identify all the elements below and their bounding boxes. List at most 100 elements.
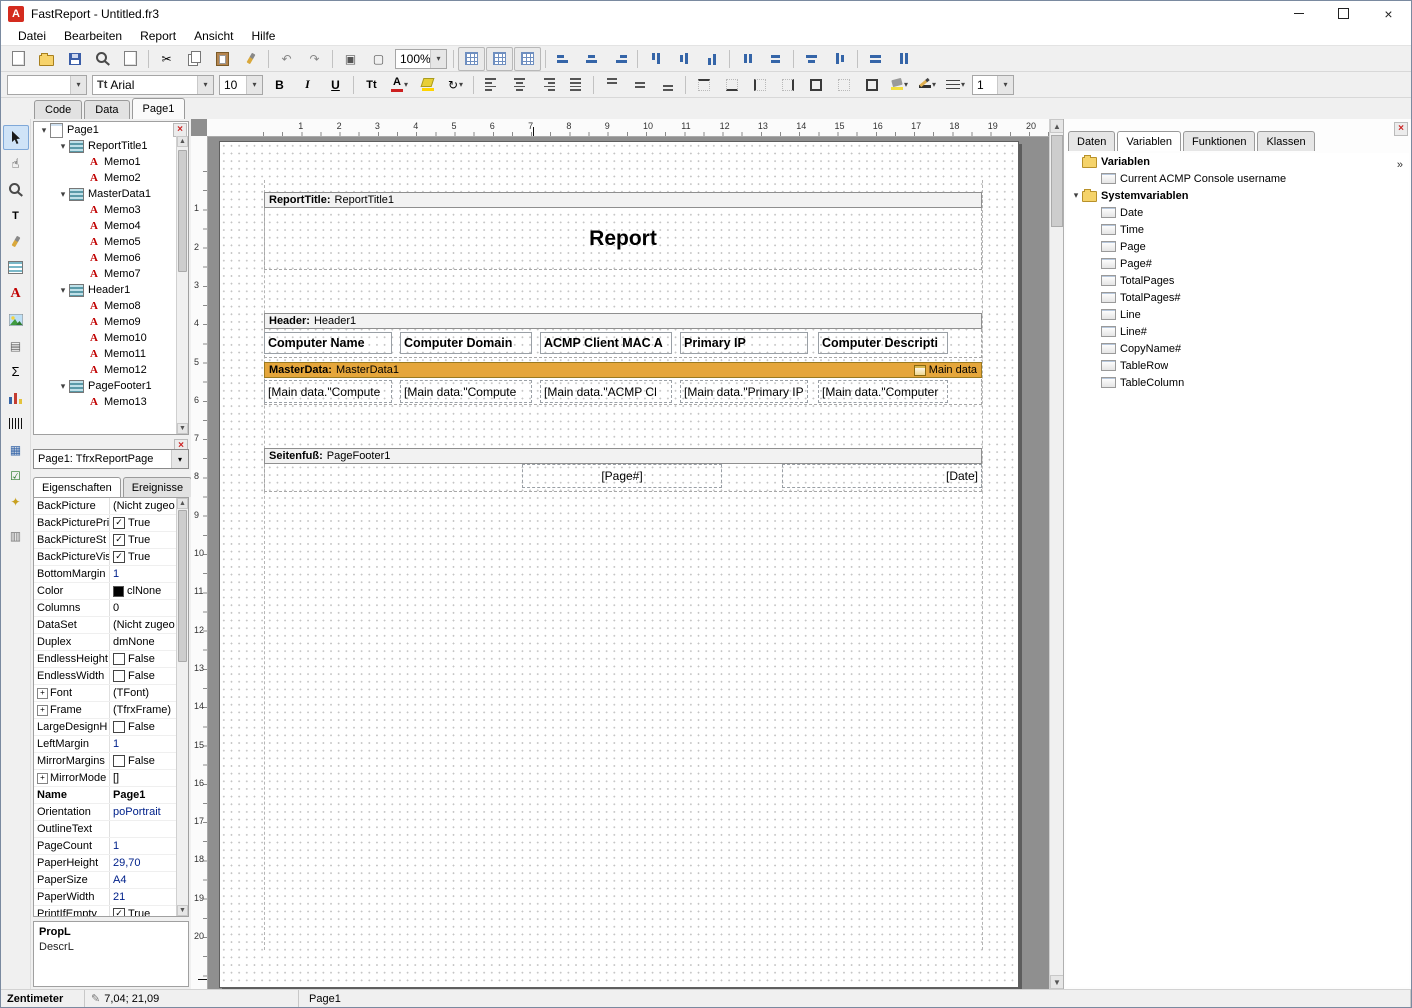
chevron-down-icon[interactable]: ▾	[430, 50, 446, 68]
align-center-button[interactable]	[506, 73, 533, 97]
header-cell[interactable]: ACMP Client MAC A	[540, 332, 672, 354]
tree-expand-icon[interactable]: ▾	[57, 285, 69, 296]
tree-item-tablerow[interactable]: TableRow	[1066, 357, 1409, 374]
tab-code[interactable]: Code	[34, 100, 82, 119]
property-value[interactable]: poPortrait	[110, 804, 178, 820]
tree-item-date[interactable]: Date	[1066, 204, 1409, 221]
property-row-orientation[interactable]: OrientationpoPortrait	[34, 804, 178, 821]
pagefooter-band-header[interactable]: Seitenfuß: PageFooter1	[264, 448, 982, 464]
property-row-paperwidth[interactable]: PaperWidth21	[34, 889, 178, 906]
checkbox-checked-icon[interactable]: ✓	[113, 534, 125, 546]
tree-item-memo11[interactable]: AMemo11	[34, 346, 188, 362]
header-cell[interactable]: Computer Name	[264, 332, 392, 354]
font-color-button[interactable]: A▾	[386, 73, 413, 97]
underline-button[interactable]: U	[322, 73, 349, 97]
align-left-button[interactable]	[478, 73, 505, 97]
property-value[interactable]: A4	[110, 872, 178, 888]
align-horizontal-centers-button[interactable]	[578, 47, 605, 71]
data-tab-funktionen[interactable]: Funktionen	[1183, 131, 1255, 151]
reporttitle-band-header[interactable]: ReportTitle: ReportTitle1	[264, 192, 982, 208]
save-report-button[interactable]	[61, 47, 88, 71]
space-vertically-button[interactable]	[762, 47, 789, 71]
tree-scrollbar[interactable]: ▲ ▼	[176, 136, 188, 434]
undo-button[interactable]: ↶	[273, 47, 300, 71]
scroll-thumb[interactable]	[1051, 135, 1063, 227]
property-value[interactable]: 21	[110, 889, 178, 905]
data-tab-daten[interactable]: Daten	[1068, 131, 1115, 151]
data-tab-klassen[interactable]: Klassen	[1257, 131, 1314, 151]
header-cell[interactable]: Computer Domain	[400, 332, 532, 354]
tree-item-line[interactable]: Line	[1066, 306, 1409, 323]
format-painter-tool-button[interactable]	[3, 229, 29, 254]
tree-item-copyname#[interactable]: CopyName#	[1066, 340, 1409, 357]
property-row-backpicturepri[interactable]: BackPicturePri✓True	[34, 515, 178, 532]
copy-button[interactable]	[181, 47, 208, 71]
frame-none-button[interactable]	[830, 73, 857, 97]
property-row-bottommargin[interactable]: BottomMargin1	[34, 566, 178, 583]
menu-bearbeiten[interactable]: Bearbeiten	[55, 27, 131, 45]
justify-button[interactable]	[562, 73, 589, 97]
chevron-down-icon[interactable]: ▾	[904, 80, 908, 89]
property-value[interactable]: False	[110, 668, 178, 684]
chevron-more-icon[interactable]: »	[1397, 159, 1403, 171]
header-cell[interactable]: Computer Descripti	[818, 332, 948, 354]
chart-object-button[interactable]	[3, 385, 29, 410]
frame-top-button[interactable]	[690, 73, 717, 97]
chevron-down-icon[interactable]: ▾	[171, 450, 188, 468]
chevron-down-icon[interactable]: ▾	[997, 76, 1013, 94]
text-object-button[interactable]: A	[3, 281, 29, 306]
font-settings-button[interactable]: Tt	[358, 73, 385, 97]
tree-item-memo8[interactable]: AMemo8	[34, 298, 188, 314]
preview-button[interactable]	[89, 47, 116, 71]
property-value[interactable]: []	[110, 770, 178, 786]
group-button[interactable]: ▣	[337, 47, 364, 71]
align-to-grid-button[interactable]	[486, 47, 513, 71]
report-title-memo[interactable]: Report	[265, 208, 981, 269]
property-value[interactable]: Page1	[110, 787, 178, 803]
space-horizontally-button[interactable]	[734, 47, 761, 71]
tree-item-pagefooter1[interactable]: ▾PageFooter1	[34, 378, 188, 394]
property-value[interactable]: 0	[110, 600, 178, 616]
object-selector[interactable]: Page1: TfrxReportPage ▾	[33, 449, 189, 469]
property-row-paperheight[interactable]: PaperHeight29,70	[34, 855, 178, 872]
scroll-down-icon[interactable]: ▼	[1050, 975, 1064, 989]
style-select[interactable]: ▾	[7, 75, 87, 95]
tree-expand-icon[interactable]: ▾	[57, 189, 69, 200]
property-row-font[interactable]: +Font(TFont)	[34, 685, 178, 702]
property-row-backpicturevis[interactable]: BackPictureVis✓True	[34, 549, 178, 566]
masterdata-band-header[interactable]: MasterData: MasterData1 Main data	[264, 362, 982, 378]
bold-button[interactable]: B	[266, 73, 293, 97]
hand-tool-button[interactable]: ☝	[3, 151, 29, 176]
canvas-scrollbar[interactable]: ▲ ▼	[1049, 119, 1064, 989]
data-field-cell[interactable]: [Main data."ACMP Cl	[540, 380, 672, 403]
chevron-down-icon[interactable]: ▾	[459, 80, 463, 89]
align-right-button[interactable]	[534, 73, 561, 97]
chevron-down-icon[interactable]: ▾	[932, 80, 936, 89]
fit-to-grid-button[interactable]	[514, 47, 541, 71]
tree-item-line#[interactable]: Line#	[1066, 323, 1409, 340]
property-value[interactable]: 29,70	[110, 855, 178, 871]
frame-edit-button[interactable]	[858, 73, 885, 97]
property-value[interactable]: False	[110, 651, 178, 667]
header-band-header[interactable]: Header: Header1	[264, 313, 982, 329]
property-value[interactable]: 1	[110, 838, 178, 854]
tree-item-memo7[interactable]: AMemo7	[34, 266, 188, 282]
tree-item-totalpages#[interactable]: TotalPages#	[1066, 289, 1409, 306]
property-row-frame[interactable]: +Frame(TfrxFrame)	[34, 702, 178, 719]
checkbox-unchecked-icon[interactable]	[113, 721, 125, 733]
tree-item-tablecolumn[interactable]: TableColumn	[1066, 374, 1409, 391]
fill-color-button[interactable]: ▾	[886, 73, 913, 97]
chevron-down-icon[interactable]: ▾	[197, 76, 213, 94]
property-row-backpicture[interactable]: BackPicture(Nicht zugeo	[34, 498, 178, 515]
cut-button[interactable]: ✂	[153, 47, 180, 71]
italic-button[interactable]: I	[294, 73, 321, 97]
format-painter-button[interactable]	[237, 47, 264, 71]
tree-expand-icon[interactable]: ▾	[38, 125, 50, 136]
property-row-color[interactable]: ColorclNone	[34, 583, 178, 600]
crosstab-object-button[interactable]: ▦	[3, 437, 29, 462]
data-field-cell[interactable]: [Main data."Compute	[400, 380, 532, 403]
property-row-mirrormode[interactable]: +MirrorMode[]	[34, 770, 178, 787]
tree-item-memo9[interactable]: AMemo9	[34, 314, 188, 330]
frame-left-button[interactable]	[746, 73, 773, 97]
checkbox-object-button[interactable]: ☑	[3, 463, 29, 488]
